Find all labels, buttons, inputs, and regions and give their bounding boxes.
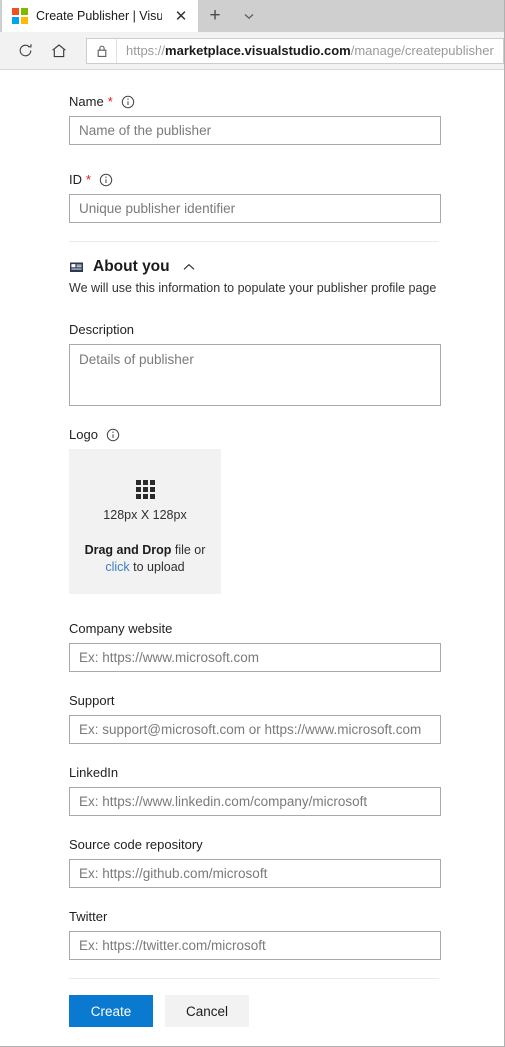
about-you-section-header[interactable]: About you (0, 258, 504, 276)
reload-icon[interactable] (10, 36, 40, 66)
logo-label-text: Logo (69, 427, 98, 442)
logo-upload-hint: Drag and Drop file or click to upload (85, 542, 206, 576)
company-website-label: Company website (69, 621, 439, 637)
contact-card-icon (69, 260, 84, 275)
field-source-code-repository: Source code repository Ex: https://githu… (0, 837, 504, 888)
field-description: Description Details of publisher (0, 322, 504, 406)
source-code-label-text: Source code repository (69, 837, 203, 852)
field-linkedin: LinkedIn Ex: https://www.linkedin.com/co… (0, 765, 504, 816)
drag-and-drop-text: Drag and Drop (84, 543, 172, 557)
chevron-down-icon[interactable] (232, 0, 266, 32)
close-icon[interactable]: ✕ (170, 5, 192, 27)
info-icon[interactable] (121, 95, 135, 109)
about-you-title: About you (93, 258, 170, 275)
id-label: ID * (69, 172, 439, 188)
linkedin-input[interactable]: Ex: https://www.linkedin.com/company/mic… (69, 787, 441, 816)
description-label-text: Description (69, 322, 135, 337)
logo-dropzone[interactable]: 128px X 128px Drag and Drop file or click… (69, 449, 221, 594)
create-button[interactable]: Create (69, 995, 153, 1027)
linkedin-label: LinkedIn (69, 765, 439, 781)
company-website-input[interactable]: Ex: https://www.microsoft.com (69, 643, 441, 672)
url-domain: marketplace.visualstudio.com (165, 42, 351, 58)
twitter-label-text: Twitter (69, 909, 108, 924)
address-bar-url: https://marketplace.visualstudio.com/man… (117, 39, 494, 63)
company-website-label-text: Company website (69, 621, 173, 636)
twitter-input[interactable]: Ex: https://twitter.com/microsoft (69, 931, 441, 960)
browser-window: Create Publisher | Visua ✕ + https://mar… (0, 0, 505, 1047)
required-asterisk: * (107, 94, 113, 109)
field-name: Name * Name of the publisher (0, 94, 504, 145)
logo-label: Logo (69, 427, 439, 443)
microsoft-logo-icon (12, 8, 28, 24)
source-code-label: Source code repository (69, 837, 439, 853)
name-input[interactable]: Name of the publisher (69, 116, 441, 145)
page-viewport: Name * Name of the publisher ID * Unique… (0, 70, 504, 1046)
field-logo: Logo 128px X 128px Drag and Drop file or… (0, 427, 504, 594)
id-label-text: ID (69, 172, 82, 187)
name-label-text: Name (69, 94, 104, 109)
browser-toolbar: https://marketplace.visualstudio.com/man… (0, 32, 504, 70)
click-to-upload-link[interactable]: click (105, 560, 129, 574)
drag-rest-text: file or (171, 543, 206, 557)
support-input[interactable]: Ex: support@microsoft.com or https://www… (69, 715, 441, 744)
source-code-input[interactable]: Ex: https://github.com/microsoft (69, 859, 441, 888)
url-scheme: https:// (126, 42, 166, 58)
field-id: ID * Unique publisher identifier (0, 172, 504, 223)
twitter-label: Twitter (69, 909, 439, 925)
create-publisher-form: Name * Name of the publisher ID * Unique… (0, 70, 504, 1027)
tab-strip: Create Publisher | Visua ✕ + (0, 0, 504, 32)
description-label: Description (69, 322, 439, 338)
support-label: Support (69, 693, 439, 709)
address-bar[interactable]: https://marketplace.visualstudio.com/man… (86, 37, 504, 64)
logo-size-hint: 128px X 128px (103, 508, 187, 522)
field-twitter: Twitter Ex: https://twitter.com/microsof… (0, 909, 504, 960)
form-actions: Create Cancel (0, 995, 504, 1027)
info-icon[interactable] (99, 173, 113, 187)
section-divider (69, 241, 439, 242)
home-icon[interactable] (44, 36, 74, 66)
url-path: /manage/createpublisher (350, 42, 494, 58)
actions-divider (69, 978, 439, 979)
about-you-subtitle: We will use this information to populate… (69, 281, 437, 295)
chevron-up-icon[interactable] (182, 262, 196, 272)
name-label: Name * (69, 94, 439, 110)
id-input[interactable]: Unique publisher identifier (69, 194, 441, 223)
field-support: Support Ex: support@microsoft.com or htt… (0, 693, 504, 744)
new-tab-button[interactable]: + (198, 0, 232, 32)
linkedin-label-text: LinkedIn (69, 765, 119, 780)
info-icon[interactable] (106, 428, 120, 442)
cancel-button[interactable]: Cancel (165, 995, 249, 1027)
click-rest-text: to upload (129, 560, 185, 574)
browser-tab-create-publisher[interactable]: Create Publisher | Visua ✕ (2, 0, 198, 32)
grid-icon (135, 480, 155, 499)
description-textarea[interactable]: Details of publisher (69, 344, 441, 406)
required-asterisk: * (86, 172, 92, 187)
tab-title: Create Publisher | Visua (36, 9, 162, 23)
lock-icon (87, 38, 117, 63)
field-company-website: Company website Ex: https://www.microsof… (0, 621, 504, 672)
support-label-text: Support (69, 693, 115, 708)
